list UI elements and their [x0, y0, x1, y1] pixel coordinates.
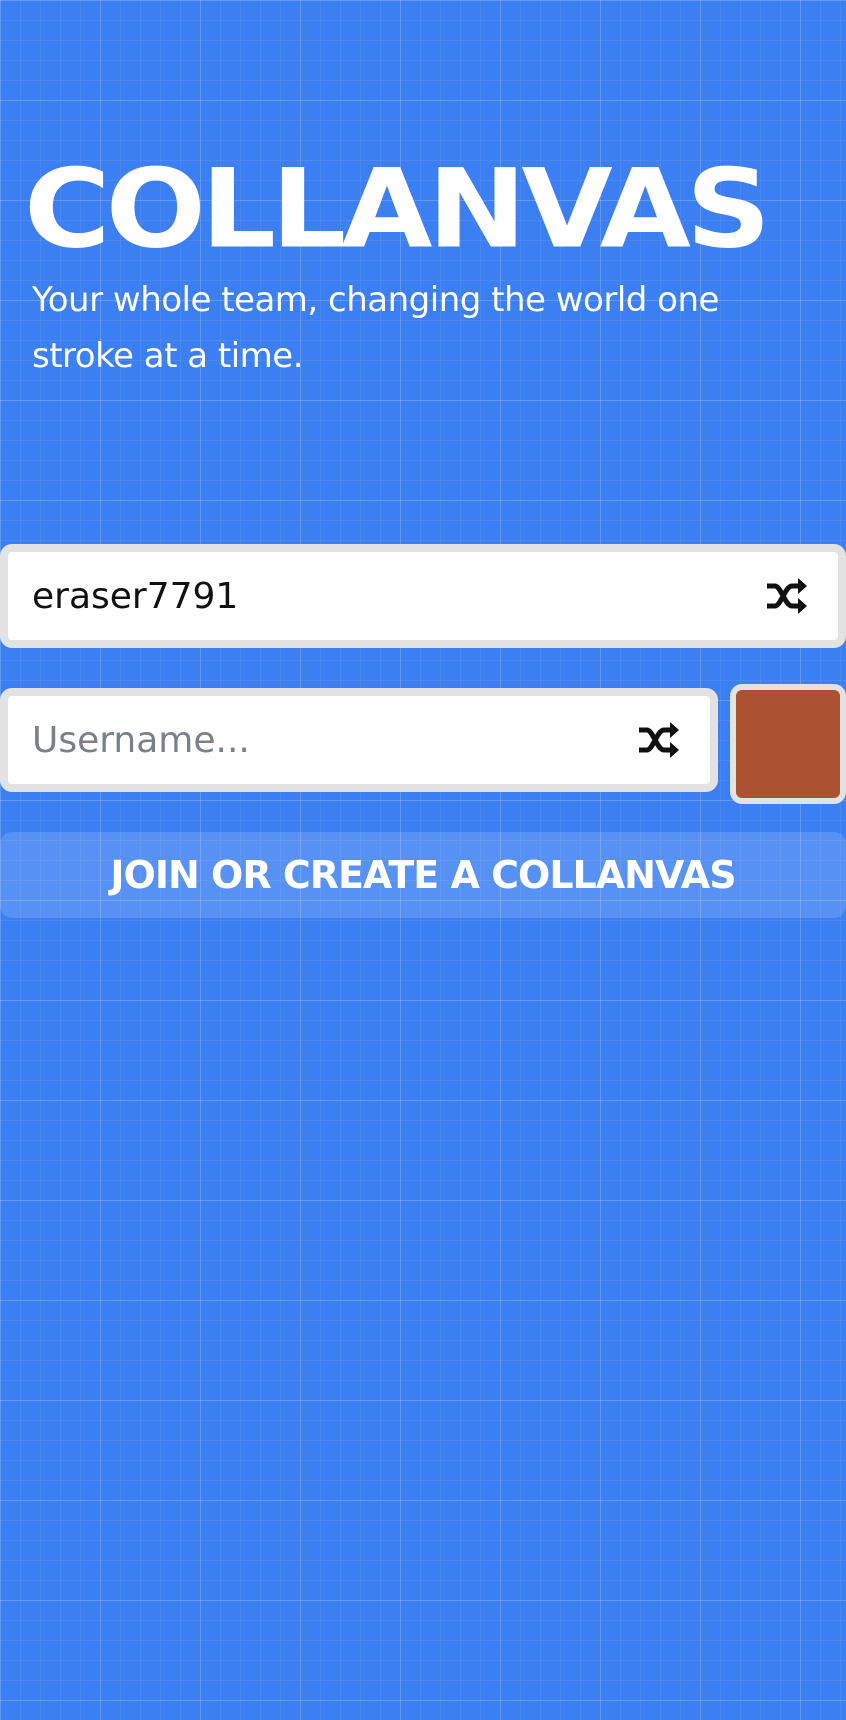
room-name-input[interactable] — [8, 552, 754, 640]
shuffle-icon — [639, 722, 679, 758]
randomize-room-button[interactable] — [764, 574, 808, 618]
app-tagline: Your whole team, changing the world one … — [32, 280, 719, 376]
join-or-create-button[interactable]: JOIN OR CREATE A COLLANVAS — [0, 832, 846, 918]
color-picker-swatch[interactable] — [730, 684, 846, 804]
app-title: COLLANVAS — [24, 145, 771, 273]
username-input[interactable] — [8, 696, 626, 784]
username-field — [0, 688, 718, 792]
randomize-username-button[interactable] — [636, 718, 680, 762]
shuffle-icon — [767, 578, 807, 614]
room-name-field — [0, 544, 846, 648]
